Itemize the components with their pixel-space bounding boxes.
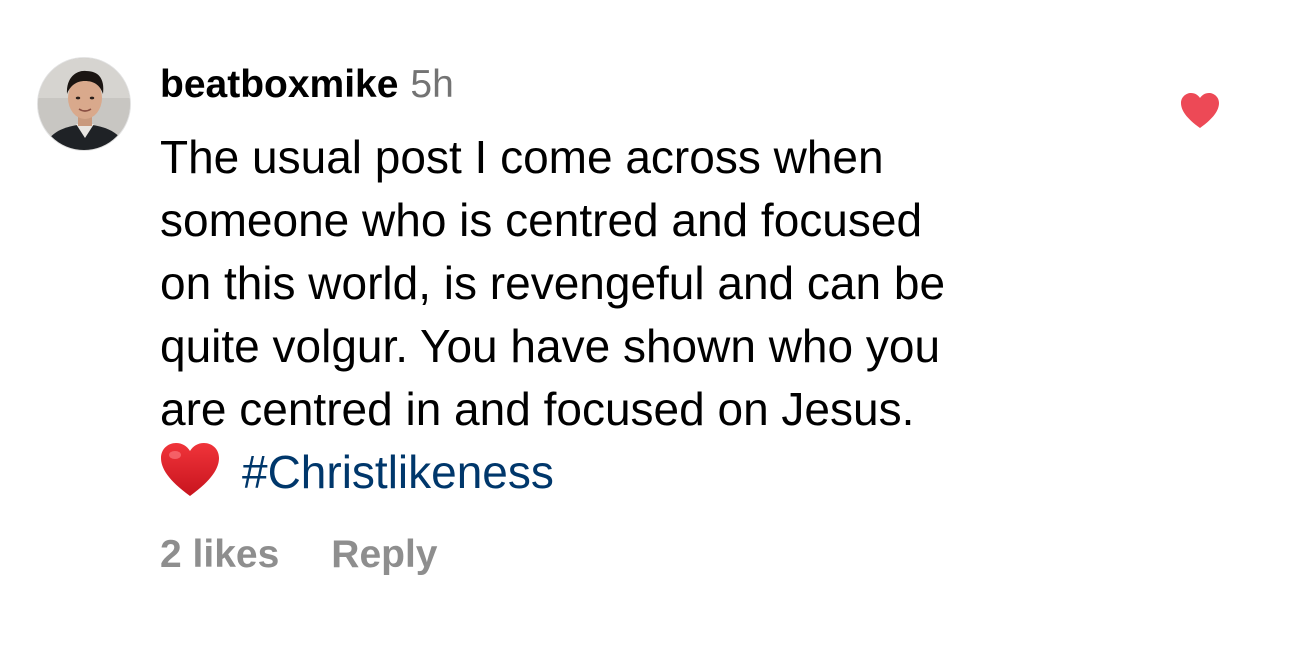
username[interactable]: beatboxmike bbox=[160, 63, 398, 106]
comment-line: quite volgur. You have shown who you bbox=[160, 320, 941, 372]
timestamp: 5h bbox=[410, 63, 454, 106]
comment-actions: 2 likes Reply bbox=[160, 530, 437, 580]
comment-line: are centred in and focused on Jesus. bbox=[160, 383, 915, 435]
hashtag-link[interactable]: #Christlikeness bbox=[242, 446, 554, 498]
comment-text: The usual post I come across when someon… bbox=[160, 126, 1150, 504]
reply-button[interactable]: Reply bbox=[331, 533, 437, 576]
comment-line: someone who is centred and focused bbox=[160, 194, 923, 246]
avatar[interactable] bbox=[37, 57, 131, 151]
comment-line-emoji-hashtag: #Christlikeness bbox=[160, 441, 1150, 504]
profile-photo-icon bbox=[38, 58, 130, 150]
comment-header: beatboxmike 5h bbox=[160, 62, 454, 108]
comment-line: The usual post I come across when bbox=[160, 131, 884, 183]
like-heart-icon[interactable] bbox=[1180, 92, 1220, 130]
comment-line: on this world, is revengeful and can be bbox=[160, 257, 946, 309]
red-heart-emoji-icon bbox=[160, 442, 220, 498]
likes-count-button[interactable]: 2 likes bbox=[160, 533, 279, 576]
comment: beatboxmike 5h The usual post I come acro… bbox=[0, 0, 1290, 647]
